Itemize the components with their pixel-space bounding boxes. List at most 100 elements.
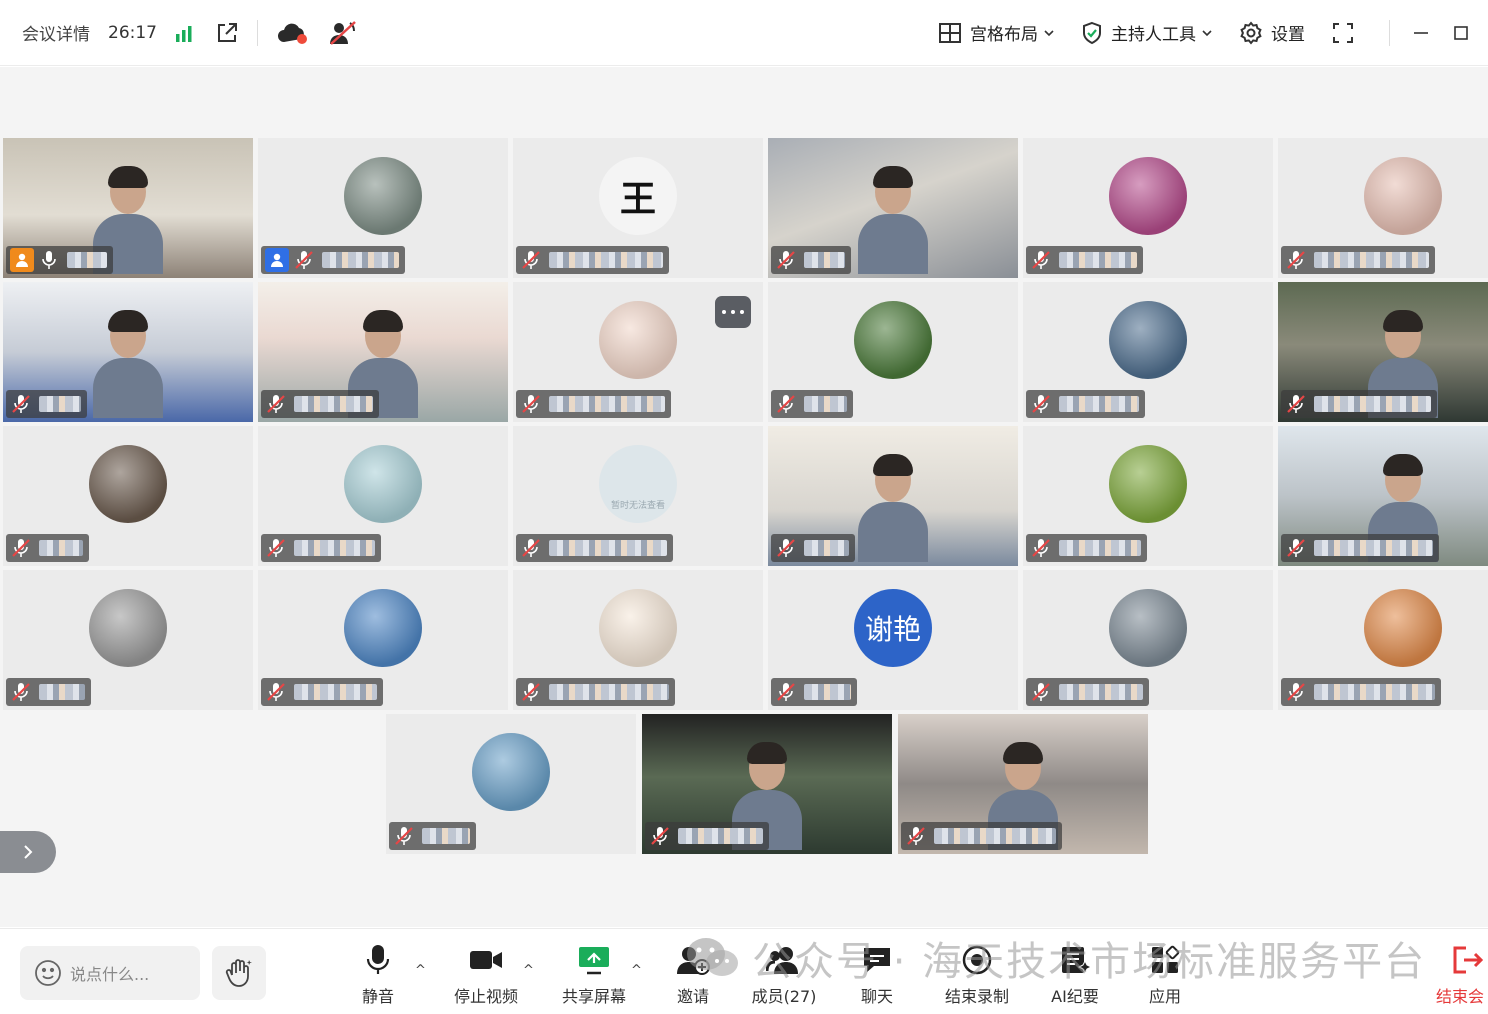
participant-nametag [1281, 390, 1437, 418]
record-label: 结束录制 [944, 987, 1009, 1006]
participant-tile[interactable] [768, 426, 1018, 566]
participant-tile[interactable] [1278, 426, 1488, 566]
participant-tile[interactable] [3, 138, 253, 278]
participant-tile[interactable] [258, 138, 508, 278]
microphone-icon [366, 943, 390, 977]
participant-tile[interactable] [1023, 282, 1273, 422]
pop-out-icon[interactable] [215, 21, 239, 45]
blurred-name [294, 396, 373, 412]
avatar [1364, 157, 1442, 235]
host-tools-button[interactable]: 主持人工具 [1081, 20, 1213, 45]
minimize-button[interactable] [1412, 24, 1430, 42]
blurred-name [39, 396, 81, 412]
mic-status [10, 681, 32, 703]
participant-tile[interactable] [386, 714, 636, 854]
avatar [1109, 301, 1187, 379]
participant-tile[interactable] [513, 570, 763, 710]
cloud-recording-icon[interactable] [276, 20, 310, 46]
avatar [89, 445, 167, 523]
host-badge [265, 248, 289, 272]
avatar [344, 445, 422, 523]
no-participants-icon[interactable] [328, 20, 358, 46]
raise-hand-button[interactable] [212, 946, 266, 1000]
participant-nametag [771, 534, 855, 562]
participant-nametag [1026, 390, 1145, 418]
participant-tile[interactable] [1023, 570, 1273, 710]
avatar [599, 301, 677, 379]
apps-label: 应用 [1148, 987, 1181, 1006]
blurred-name [804, 252, 845, 268]
mic-status [775, 249, 797, 271]
blurred-name [1059, 396, 1139, 412]
chevron-up-icon[interactable]: ^ [523, 963, 534, 978]
chevron-up-icon[interactable]: ^ [415, 963, 426, 978]
participant-nametag [771, 390, 853, 418]
mic-status [1285, 537, 1307, 559]
participant-tile[interactable] [768, 138, 1018, 278]
participant-nametag [771, 678, 857, 706]
mic-muted-icon [522, 683, 540, 701]
mute-label: 静音 [361, 987, 394, 1006]
participant-tile[interactable] [898, 714, 1148, 854]
chat-icon [861, 943, 893, 977]
settings-button[interactable]: 设置 [1239, 20, 1305, 45]
apps-button[interactable]: 应用 [1110, 943, 1220, 1007]
blurred-name [1314, 396, 1431, 412]
blurred-name [1314, 540, 1433, 556]
members-label: 成员(27) [751, 987, 817, 1006]
grid-layout-button[interactable]: 宫格布局 [938, 20, 1055, 45]
avatar: 王 [599, 157, 677, 235]
mic-muted-icon [1032, 395, 1050, 413]
participant-tile[interactable]: 暂时无法查看 [513, 426, 763, 566]
participant-tile[interactable] [1278, 570, 1488, 710]
mic-status [649, 825, 671, 847]
participant-tile[interactable] [258, 426, 508, 566]
participant-tile[interactable] [258, 282, 508, 422]
fullscreen-button[interactable] [1331, 21, 1363, 45]
invite-icon [676, 943, 710, 977]
blurred-name [549, 252, 663, 268]
chat-button[interactable]: 聊天 [822, 943, 932, 1007]
mic-muted-icon [1287, 395, 1305, 413]
quick-chat-input[interactable]: 说点什么... [20, 946, 200, 1000]
avatar-text: 谢艳 [864, 613, 921, 646]
participant-tile[interactable] [3, 570, 253, 710]
participant-tile[interactable] [3, 282, 253, 422]
record-button[interactable]: 结束录制 [922, 943, 1032, 1007]
maximize-button[interactable] [1452, 24, 1470, 42]
participant-tile[interactable] [1278, 282, 1488, 422]
mic-status [1285, 681, 1307, 703]
meeting-details-button[interactable]: 会议详情 [22, 20, 90, 45]
participant-tile[interactable]: 王 [513, 138, 763, 278]
end-button[interactable]: 结束会 [1430, 943, 1488, 1007]
mic-muted-icon [777, 683, 795, 701]
participant-nametag [261, 390, 379, 418]
participant-nametag [516, 390, 671, 418]
emoji-icon [35, 960, 61, 986]
avatar [599, 589, 677, 667]
raise-hand-icon [225, 959, 252, 987]
shield-icon [1083, 21, 1101, 44]
participant-tile[interactable] [768, 282, 1018, 422]
participant-tile[interactable] [3, 426, 253, 566]
chevron-down-icon [1202, 29, 1212, 36]
camera-icon [469, 943, 503, 977]
participant-tile[interactable] [1278, 138, 1488, 278]
participant-tile[interactable] [642, 714, 892, 854]
mic-status [10, 537, 32, 559]
participant-tile[interactable]: 谢艳 [768, 570, 1018, 710]
participant-tile[interactable] [513, 282, 763, 422]
avatar: 暂时无法查看 [599, 445, 677, 523]
mic-status [10, 393, 32, 415]
participant-tile[interactable] [1023, 426, 1273, 566]
mic-status [520, 249, 542, 271]
blurred-name [322, 252, 399, 268]
participant-tile[interactable] [1023, 138, 1273, 278]
expand-sidebar-button[interactable] [0, 831, 56, 873]
signal-strength-icon[interactable] [175, 23, 197, 43]
participant-nametag [6, 246, 113, 274]
avatar [1109, 445, 1187, 523]
participant-tile[interactable] [258, 570, 508, 710]
more-options-button[interactable] [715, 296, 751, 328]
avatar [1364, 589, 1442, 667]
